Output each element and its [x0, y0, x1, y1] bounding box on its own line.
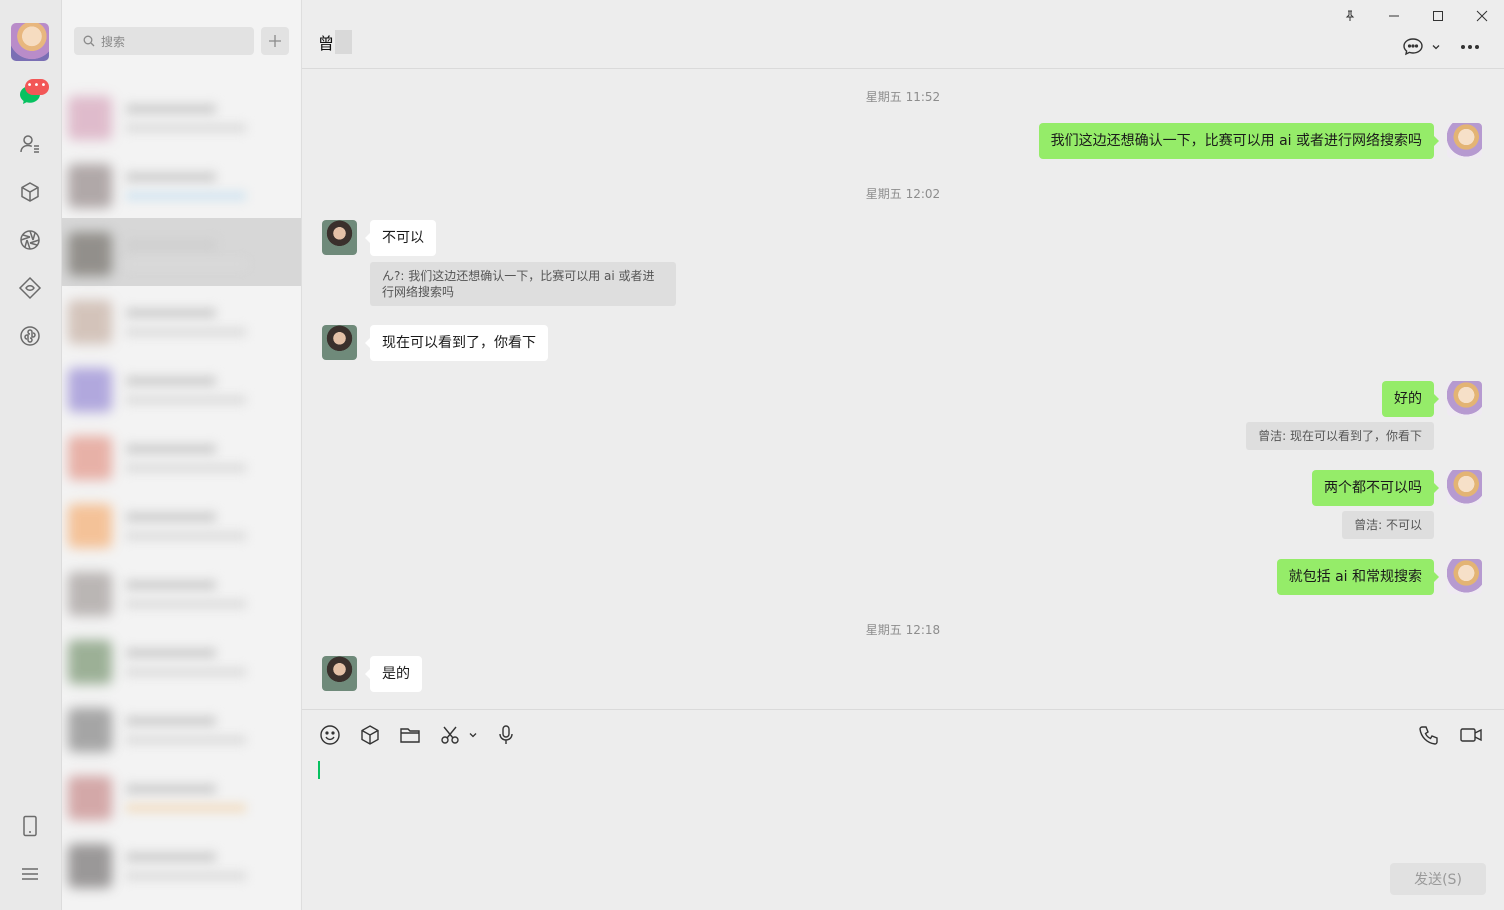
voice-call-icon[interactable] — [1418, 723, 1440, 747]
more-icon[interactable] — [1460, 36, 1480, 58]
incoming-message[interactable]: 是的 — [365, 656, 422, 692]
chat-options-icon[interactable] — [1402, 36, 1441, 58]
mini-programs-icon[interactable] — [16, 322, 44, 350]
redacted-name — [335, 30, 353, 54]
my-message-avatar[interactable] — [1447, 559, 1482, 594]
list-item[interactable] — [62, 830, 301, 898]
channels-icon[interactable] — [16, 274, 44, 302]
favorites-cube-icon[interactable] — [359, 723, 381, 747]
search-placeholder: 搜索 — [101, 34, 126, 49]
contact-avatar[interactable] — [322, 656, 357, 691]
my-avatar[interactable] — [11, 23, 49, 61]
folder-icon[interactable] — [399, 723, 421, 747]
message-timestamp: 星期五 12:18 — [865, 623, 941, 637]
outgoing-message[interactable]: 我们这边还想确认一下，比赛可以用 ai 或者进行网络搜索吗 — [1038, 123, 1440, 159]
list-item[interactable] — [62, 150, 301, 218]
nav-rail: ••• — [0, 0, 62, 910]
chat-pane: 曾 星期五 11:52 我们这边还想确认一下，比赛可以用 ai 或者进行网络搜索… — [302, 0, 1504, 910]
emoji-icon[interactable] — [319, 723, 341, 747]
list-item[interactable] — [62, 354, 301, 422]
list-item[interactable] — [62, 286, 301, 354]
my-message-avatar[interactable] — [1447, 381, 1482, 416]
outgoing-message[interactable]: 好的 — [1382, 381, 1439, 417]
search-icon — [83, 35, 95, 47]
list-item[interactable] — [62, 694, 301, 762]
favorites-cube-icon[interactable] — [16, 178, 44, 206]
list-item[interactable] — [62, 762, 301, 830]
quoted-reference[interactable]: 曾洁: 现在可以看到了，你看下 — [1246, 422, 1434, 450]
outgoing-message[interactable]: 两个都不可以吗 — [1312, 470, 1439, 506]
moments-icon[interactable] — [16, 226, 44, 254]
incoming-message[interactable]: 现在可以看到了，你看下 — [365, 325, 548, 361]
contacts-icon[interactable] — [16, 130, 44, 158]
message-timestamp: 星期五 11:52 — [865, 90, 941, 104]
my-message-avatar[interactable] — [1447, 470, 1482, 505]
quoted-reference[interactable]: ん?: 我们这边还想确认一下，比赛可以用 ai 或者进行网络搜索吗 — [370, 262, 676, 306]
send-button[interactable]: 发送(S) — [1390, 863, 1486, 895]
chat-header: 曾 — [302, 0, 1504, 69]
chat-title: 曾 — [318, 30, 353, 54]
screenshot-scissors-icon[interactable] — [439, 723, 478, 747]
phone-device-icon[interactable] — [16, 812, 44, 840]
my-message-avatar[interactable] — [1447, 123, 1482, 158]
list-item[interactable] — [62, 422, 301, 490]
list-item[interactable] — [62, 558, 301, 626]
message-input-area: 发送(S) — [302, 709, 1504, 910]
microphone-icon[interactable] — [495, 723, 517, 747]
pin-icon[interactable] — [1339, 6, 1361, 26]
conversation-list: 搜索 — [62, 0, 302, 910]
menu-icon[interactable] — [16, 860, 44, 888]
minimize-icon[interactable] — [1383, 6, 1405, 26]
unread-badge: ••• — [25, 79, 49, 95]
list-item[interactable] — [62, 626, 301, 694]
search-box[interactable]: 搜索 — [74, 27, 254, 55]
text-cursor[interactable] — [318, 761, 320, 779]
video-call-icon[interactable] — [1459, 723, 1483, 747]
outgoing-message[interactable]: 就包括 ai 和常规搜索 — [1276, 559, 1440, 595]
message-timestamp: 星期五 12:02 — [865, 187, 941, 201]
close-icon[interactable] — [1471, 6, 1493, 26]
list-item[interactable] — [62, 490, 301, 558]
add-button[interactable] — [261, 27, 289, 55]
contact-avatar[interactable] — [322, 220, 357, 255]
list-item-selected[interactable] — [62, 218, 301, 286]
incoming-message[interactable]: 不可以 — [365, 220, 436, 256]
list-item[interactable] — [62, 82, 301, 150]
quoted-reference[interactable]: 曾洁: 不可以 — [1342, 511, 1434, 539]
contact-avatar[interactable] — [322, 325, 357, 360]
maximize-icon[interactable] — [1427, 6, 1449, 26]
chat-title-text: 曾 — [318, 34, 335, 53]
